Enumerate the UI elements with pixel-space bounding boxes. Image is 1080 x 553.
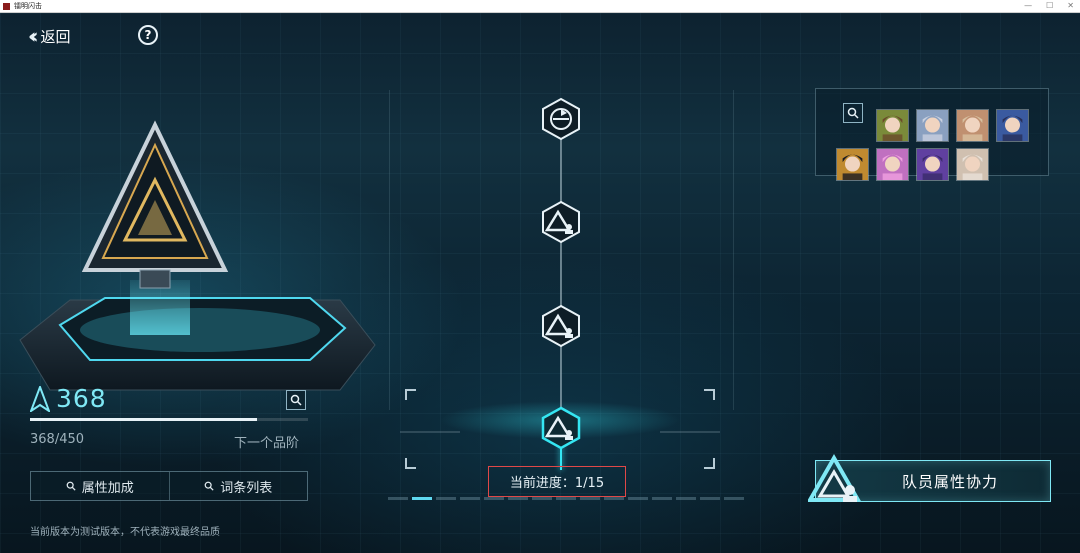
path-frame-left: [389, 90, 390, 410]
pager-dot[interactable]: [484, 497, 504, 500]
team-member-avatar[interactable]: [876, 148, 909, 181]
score-value: 368: [56, 384, 107, 413]
pager-dot[interactable]: [388, 497, 408, 500]
search-icon: [66, 481, 76, 491]
character-portrait: [877, 110, 908, 141]
team-member-avatar[interactable]: [916, 109, 949, 142]
tier-progress-text: 368/450: [30, 432, 85, 447]
pager-dot[interactable]: [724, 497, 744, 500]
score-detail-button[interactable]: [286, 390, 306, 410]
core-pedestal-artwork: [19, 120, 376, 391]
window-controls: — ☐ ✕: [1024, 0, 1074, 12]
pager-dot[interactable]: [460, 497, 480, 500]
team-search-button[interactable]: [843, 103, 863, 123]
pager-dot[interactable]: [700, 497, 720, 500]
team-member-avatar[interactable]: [836, 148, 869, 181]
path-node-tier-active[interactable]: [539, 406, 583, 450]
character-portrait: [917, 149, 948, 180]
pager-dot[interactable]: [532, 497, 552, 500]
team-member-avatar[interactable]: [876, 109, 909, 142]
path-node-tier-2[interactable]: [539, 304, 583, 348]
character-portrait: [877, 149, 908, 180]
coop-button-label: 队员属性协力: [902, 472, 999, 491]
team-member-avatar[interactable]: [916, 148, 949, 181]
minimize-button[interactable]: —: [1024, 0, 1032, 12]
maximize-button[interactable]: ☐: [1046, 0, 1053, 12]
path-node-reset[interactable]: [539, 97, 583, 141]
tab-label: 属性加成: [81, 480, 134, 496]
character-portrait: [957, 110, 988, 141]
pager-dot[interactable]: [652, 497, 672, 500]
window-title: 镭明闪击: [14, 2, 42, 10]
tab-attribute-bonus[interactable]: 属性加成: [31, 472, 169, 500]
path-frame-right: [733, 90, 734, 410]
pager-dot[interactable]: [676, 497, 696, 500]
team-member-avatar[interactable]: [996, 109, 1029, 142]
search-icon: [847, 107, 859, 119]
character-portrait: [957, 149, 988, 180]
pager-dot[interactable]: [412, 497, 432, 500]
next-tier-label: 下一个品阶: [234, 436, 300, 451]
synergy-emblem-icon: [808, 453, 862, 502]
tab-bar: 属性加成 词条列表: [30, 471, 308, 501]
path-pager: [388, 497, 744, 500]
tier-emblem-icon: [30, 385, 50, 412]
search-icon: [290, 394, 302, 406]
close-button[interactable]: ✕: [1067, 0, 1074, 12]
window-titlebar: 镭明闪击 — ☐ ✕: [0, 0, 1080, 13]
pager-dot[interactable]: [436, 497, 456, 500]
double-chevron-left-icon: ‹‹: [28, 24, 39, 48]
tier-score: 368: [30, 384, 107, 413]
character-portrait: [917, 110, 948, 141]
current-progress-label: 当前进度：1/15: [488, 466, 626, 497]
pager-dot[interactable]: [604, 497, 624, 500]
pager-dot[interactable]: [580, 497, 600, 500]
team-member-avatar[interactable]: [956, 109, 989, 142]
tab-label: 词条列表: [220, 480, 273, 496]
pager-dot[interactable]: [556, 497, 576, 500]
pager-dot[interactable]: [508, 497, 528, 500]
search-icon: [204, 481, 214, 491]
character-portrait: [837, 149, 868, 180]
tier-progress-bar: [30, 418, 308, 421]
version-disclaimer: 当前版本为测试版本，不代表游戏最终品质: [30, 527, 220, 538]
tier-progress-fill: [30, 418, 258, 421]
help-button[interactable]: ?: [138, 25, 158, 45]
back-button[interactable]: ‹‹ 返回: [28, 24, 71, 48]
pager-dot[interactable]: [628, 497, 648, 500]
character-portrait: [997, 110, 1028, 141]
app-icon: [3, 2, 10, 10]
back-label: 返回: [40, 27, 71, 46]
path-node-tier-1[interactable]: [539, 200, 583, 244]
tab-entry-list[interactable]: 词条列表: [168, 472, 308, 500]
team-member-avatar[interactable]: [956, 148, 989, 181]
